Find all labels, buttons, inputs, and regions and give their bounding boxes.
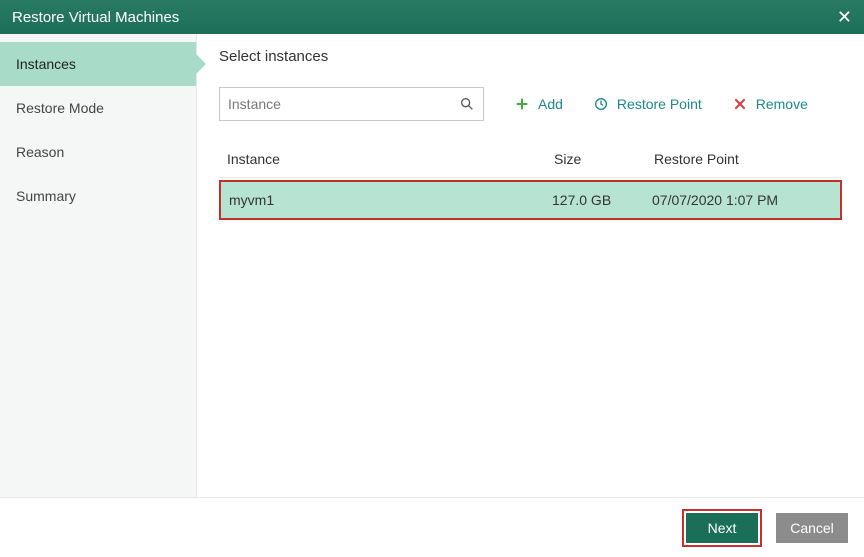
page-subtitle: Select instances <box>219 48 842 65</box>
sidebar-step-label: Reason <box>16 144 64 160</box>
search-input[interactable] <box>228 96 459 112</box>
add-button[interactable]: Add <box>514 96 563 112</box>
cell-size: 127.0 GB <box>552 192 652 208</box>
remove-icon <box>732 96 748 112</box>
footer: Next Cancel <box>0 497 864 557</box>
search-icon[interactable] <box>459 96 475 112</box>
col-header-instance: Instance <box>227 151 554 167</box>
wizard-sidebar: Instances Restore Mode Reason Summary <box>0 34 197 497</box>
sidebar-step-label: Restore Mode <box>16 100 104 116</box>
add-label: Add <box>538 96 563 112</box>
restore-point-icon <box>593 96 609 112</box>
titlebar: Restore Virtual Machines ✕ <box>0 0 864 34</box>
col-header-restore-point: Restore Point <box>654 151 834 167</box>
restore-point-label: Restore Point <box>617 96 702 112</box>
sidebar-step-summary[interactable]: Summary <box>0 174 196 218</box>
close-icon[interactable]: ✕ <box>837 7 852 28</box>
cell-restore-point: 07/07/2020 1:07 PM <box>652 192 832 208</box>
next-button[interactable]: Next <box>686 513 758 543</box>
sidebar-step-reason[interactable]: Reason <box>0 130 196 174</box>
table-row[interactable]: myvm1 127.0 GB 07/07/2020 1:07 PM <box>221 182 840 218</box>
cancel-button[interactable]: Cancel <box>776 513 848 543</box>
sidebar-step-restore-mode[interactable]: Restore Mode <box>0 86 196 130</box>
remove-button[interactable]: Remove <box>732 96 808 112</box>
plus-icon <box>514 96 530 112</box>
col-header-size: Size <box>554 151 654 167</box>
cell-instance: myvm1 <box>229 192 552 208</box>
sidebar-step-instances[interactable]: Instances <box>0 42 196 86</box>
next-button-highlight: Next <box>682 509 762 547</box>
selected-row-highlight: myvm1 127.0 GB 07/07/2020 1:07 PM <box>219 180 842 220</box>
toolbar: Add Restore Point Remove <box>219 87 842 121</box>
search-input-wrapper[interactable] <box>219 87 484 121</box>
restore-point-button[interactable]: Restore Point <box>593 96 702 112</box>
window-title: Restore Virtual Machines <box>12 9 179 26</box>
main-panel: Select instances Add <box>197 34 864 497</box>
table-header: Instance Size Restore Point <box>219 141 842 178</box>
sidebar-step-label: Instances <box>16 56 76 72</box>
sidebar-step-label: Summary <box>16 188 76 204</box>
remove-label: Remove <box>756 96 808 112</box>
